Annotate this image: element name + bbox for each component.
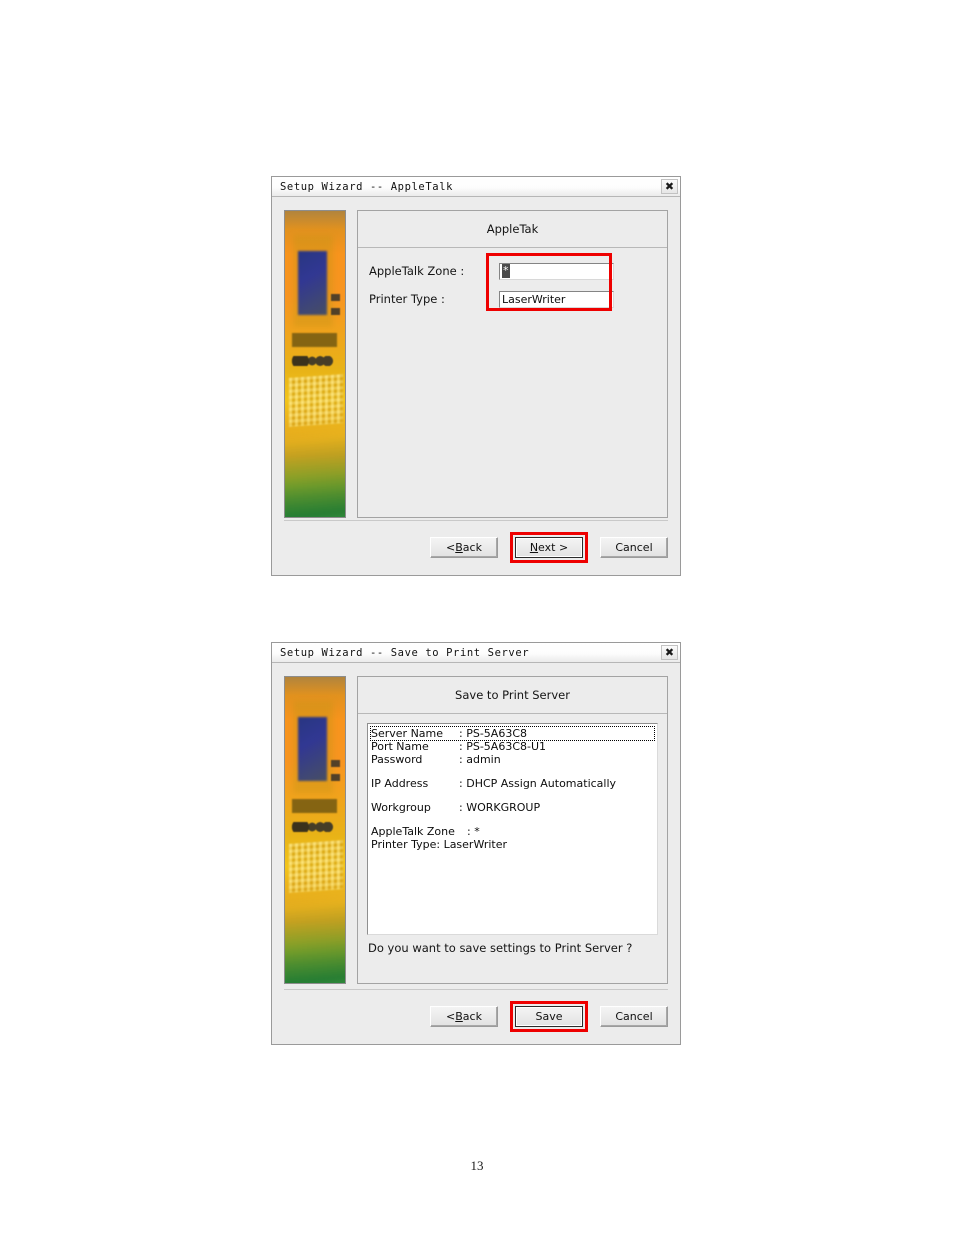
summary-value: : DHCP Assign Automatically bbox=[459, 777, 616, 790]
setup-wizard-appletalk-dialog: Setup Wizard -- AppleTalk ✖ AppleTak App… bbox=[271, 176, 681, 576]
cancel-button[interactable]: Cancel bbox=[600, 537, 668, 558]
summary-row-workgroup[interactable]: Workgroup : WORKGROUP bbox=[371, 801, 654, 814]
summary-row-printer-type[interactable]: Printer Type: LaserWriter bbox=[371, 838, 654, 851]
save-prompt-text: Do you want to save settings to Print Se… bbox=[368, 941, 633, 955]
titlebar: Setup Wizard -- Save to Print Server ✖ bbox=[272, 643, 680, 663]
banner-indicator-dots bbox=[330, 759, 341, 782]
summary-separator: : bbox=[459, 727, 463, 740]
window-title: Setup Wizard -- AppleTalk bbox=[280, 180, 454, 193]
banner-wave bbox=[285, 409, 345, 517]
back-button-wrap: < Back bbox=[430, 1006, 498, 1027]
summary-value: : admin bbox=[459, 753, 501, 766]
pane-title: Save to Print Server bbox=[358, 677, 667, 714]
wizard-banner-image bbox=[284, 676, 346, 984]
summary-row-server-name[interactable]: Server Name : PS-5A63C8 bbox=[370, 726, 655, 741]
summary-value: : PS-5A63C8 bbox=[459, 727, 527, 740]
back-button[interactable]: < Back bbox=[430, 537, 498, 558]
summary-separator: : bbox=[467, 825, 471, 838]
summary-value-text: WORKGROUP bbox=[466, 801, 541, 814]
summary-value-text: PS-5A63C8 bbox=[466, 727, 528, 740]
page-number: 13 bbox=[470, 1158, 484, 1173]
pane-content: AppleTalk Zone : * Printer Type : LaserW… bbox=[358, 248, 667, 517]
next-button[interactable]: Next > bbox=[515, 537, 583, 558]
summary-value-text: PS-5A63C8-U1 bbox=[466, 740, 547, 753]
summary-spacer bbox=[371, 790, 654, 801]
summary-key: Printer Type: bbox=[371, 838, 441, 851]
summary-separator: : bbox=[459, 777, 463, 790]
summary-value: : * bbox=[467, 825, 480, 838]
content-pane: AppleTak AppleTalk Zone : * Printer Type… bbox=[357, 210, 668, 518]
dialog-body: Save to Print Server Server Name : PS-5A… bbox=[272, 663, 680, 984]
summary-key: Port Name bbox=[371, 740, 429, 753]
save-button-wrap: Save bbox=[510, 1001, 588, 1032]
banner-ports bbox=[291, 822, 338, 832]
wizard-banner-image bbox=[284, 210, 346, 518]
titlebar: Setup Wizard -- AppleTalk ✖ bbox=[272, 177, 680, 197]
pane-title: AppleTak bbox=[358, 211, 667, 248]
summary-key: Workgroup bbox=[371, 801, 431, 814]
summary-value-text: admin bbox=[466, 753, 501, 766]
appletalk-zone-input[interactable]: * bbox=[499, 262, 614, 280]
cancel-button-wrap: Cancel bbox=[600, 537, 668, 558]
summary-value: : WORKGROUP bbox=[459, 801, 540, 814]
content-pane: Save to Print Server Server Name : PS-5A… bbox=[357, 676, 668, 984]
settings-summary-list[interactable]: Server Name : PS-5A63C8 Port Name : PS-5… bbox=[367, 723, 658, 935]
summary-spacer bbox=[371, 766, 654, 777]
setup-wizard-save-dialog: Setup Wizard -- Save to Print Server ✖ S… bbox=[271, 642, 681, 1045]
back-button[interactable]: < Back bbox=[430, 1006, 498, 1027]
summary-value-text: LaserWriter bbox=[443, 838, 508, 851]
summary-separator: : bbox=[459, 801, 463, 814]
summary-spacer bbox=[371, 814, 654, 825]
summary-key: Password bbox=[371, 753, 423, 766]
save-button[interactable]: Save bbox=[515, 1006, 583, 1027]
banner-wave bbox=[285, 875, 345, 983]
appletalk-zone-value: * bbox=[502, 264, 510, 278]
banner-drive-slot bbox=[292, 799, 337, 814]
close-icon[interactable]: ✖ bbox=[661, 179, 678, 194]
summary-row-ip-address[interactable]: IP Address : DHCP Assign Automatically bbox=[371, 777, 654, 790]
summary-value-text: * bbox=[474, 825, 480, 838]
dialog-footer: < Back Next > Cancel bbox=[284, 520, 668, 563]
close-icon[interactable]: ✖ bbox=[661, 645, 678, 660]
back-button-wrap: < Back bbox=[430, 537, 498, 558]
window-title: Setup Wizard -- Save to Print Server bbox=[280, 646, 530, 659]
banner-ports bbox=[291, 356, 338, 366]
banner-laptop-screen bbox=[298, 250, 327, 316]
cancel-button[interactable]: Cancel bbox=[600, 1006, 668, 1027]
dialog-body: AppleTak AppleTalk Zone : * Printer Type… bbox=[272, 197, 680, 518]
banner-drive-slot bbox=[292, 333, 337, 348]
banner-laptop-screen bbox=[298, 716, 327, 782]
appletalk-zone-label: AppleTalk Zone : bbox=[369, 264, 465, 278]
summary-value: : PS-5A63C8-U1 bbox=[459, 740, 546, 753]
summary-row-port-name[interactable]: Port Name : PS-5A63C8-U1 bbox=[371, 740, 654, 753]
form-row-printer-type: Printer Type : LaserWriter bbox=[369, 286, 656, 312]
summary-separator: : bbox=[459, 740, 463, 753]
cancel-button-wrap: Cancel bbox=[600, 1006, 668, 1027]
banner-indicator-dots bbox=[330, 293, 341, 316]
summary-value-text: DHCP Assign Automatically bbox=[466, 777, 617, 790]
summary-row-appletalk-zone[interactable]: AppleTalk Zone : * bbox=[371, 825, 654, 838]
dialog-footer: < Back Save Cancel bbox=[284, 989, 668, 1032]
summary-key: AppleTalk Zone bbox=[371, 825, 455, 838]
printer-type-input[interactable]: LaserWriter bbox=[499, 290, 614, 308]
printer-type-label: Printer Type : bbox=[369, 292, 445, 306]
summary-printer-type: Printer Type: LaserWriter bbox=[371, 838, 507, 851]
summary-row-password[interactable]: Password : admin bbox=[371, 753, 654, 766]
summary-separator: : bbox=[459, 753, 463, 766]
next-button-wrap: Next > bbox=[510, 532, 588, 563]
summary-key: IP Address bbox=[371, 777, 429, 790]
form-row-appletalk-zone: AppleTalk Zone : * bbox=[369, 258, 656, 284]
summary-key: Server Name bbox=[371, 727, 444, 740]
